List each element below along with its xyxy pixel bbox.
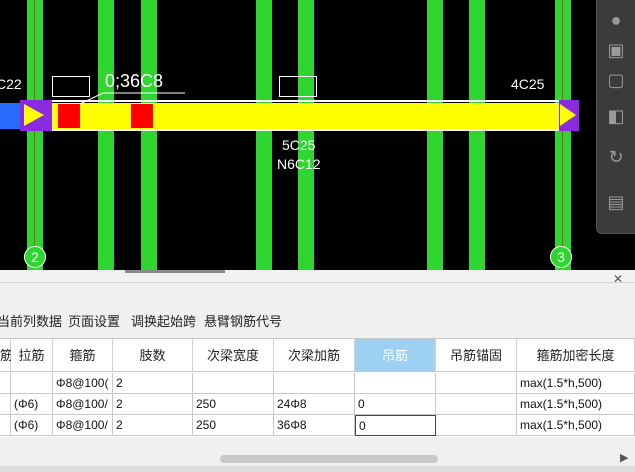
table-cell[interactable]: 36Φ8	[274, 415, 355, 436]
scroll-right-icon[interactable]: ▶	[620, 451, 628, 464]
axis-bubble-2: 2	[24, 246, 46, 268]
toolbar-item-page-setup[interactable]: 页面设置	[68, 310, 120, 334]
panel-splitter[interactable]	[0, 270, 635, 283]
table-cell[interactable]: 250	[193, 394, 274, 415]
table-cell[interactable]	[0, 415, 11, 436]
column-header-selected[interactable]: 吊筋	[355, 339, 436, 372]
column-header[interactable]: 次梁加筋	[274, 339, 355, 372]
bottom-tab-strip	[0, 466, 635, 472]
box-icon[interactable]: ◧	[604, 104, 628, 128]
rotate-icon[interactable]: ↻	[604, 145, 628, 169]
label-left-cut: C22	[0, 76, 22, 92]
table-cell[interactable]	[436, 415, 517, 436]
column-header[interactable]: 次梁宽度	[193, 339, 274, 372]
table-toolbar: 当前列数据 页面设置 调换起始跨 悬臂钢筋代号	[0, 310, 635, 334]
view-3d-icon[interactable]: ▣	[604, 38, 628, 62]
column-header[interactable]: 箍筋加密长度	[517, 339, 635, 372]
table-cell[interactable]: Φ8@100/	[53, 394, 113, 415]
table-cell[interactable]: (Φ6)	[11, 415, 53, 436]
cube-icon[interactable]: ▢	[604, 68, 628, 92]
table-cell[interactable]: (Φ6)	[11, 394, 53, 415]
table-cell[interactable]: 2	[113, 415, 193, 436]
view-toolbox: ● ▣ ▢ ◧ ↻ ▤	[596, 0, 635, 234]
toolbar-item-current-column[interactable]: 当前列数据	[0, 310, 62, 334]
table-cell[interactable]: Φ8@100(	[53, 373, 113, 394]
table-cell[interactable]	[0, 394, 11, 415]
close-icon[interactable]: ✕	[613, 272, 623, 286]
table-cell[interactable]	[193, 373, 274, 394]
column-header[interactable]: 箍筋	[53, 339, 113, 372]
toolbar-item-cantilever-code[interactable]: 悬臂钢筋代号	[204, 310, 282, 334]
table-cell[interactable]: 2	[113, 373, 193, 394]
column-header[interactable]: 筋	[0, 339, 13, 372]
label-beam-spec[interactable]: 0;36C8	[105, 71, 163, 92]
table-cell[interactable]: Φ8@100/	[53, 415, 113, 436]
rebar-table: 筋 拉筋 箍筋 肢数 次梁宽度 次梁加筋 吊筋 吊筋锚固 箍筋加密长度 Φ8@1…	[0, 338, 635, 437]
layers-icon[interactable]: ▤	[604, 190, 628, 214]
table-cell-active[interactable]: 0	[355, 415, 436, 436]
table-cell[interactable]	[436, 394, 517, 415]
table-cell[interactable]: max(1.5*h,500)	[517, 415, 635, 436]
table-cell[interactable]: max(1.5*h,500)	[517, 373, 635, 394]
cad-canvas[interactable]: C22 0;36C8 4C25 5C25 N6C12 2 3 ● ▣ ▢ ◧ ↻…	[0, 0, 635, 270]
column-header[interactable]: 肢数	[113, 339, 193, 372]
column-header[interactable]: 吊筋锚固	[436, 339, 517, 372]
table-cell[interactable]: 24Φ8	[274, 394, 355, 415]
table-cell[interactable]	[11, 373, 53, 394]
table-cell[interactable]: max(1.5*h,500)	[517, 394, 635, 415]
leader-lines	[79, 92, 185, 105]
label-mid-bottom-2: N6C12	[277, 156, 321, 172]
table-cell[interactable]: 0	[355, 394, 436, 415]
table-cell[interactable]	[355, 373, 436, 394]
table-cell[interactable]	[0, 373, 11, 394]
scrollbar-thumb[interactable]	[220, 455, 438, 463]
table-cell[interactable]	[436, 373, 517, 394]
axis-bubble-3: 3	[550, 246, 572, 268]
column-header[interactable]: 拉筋	[11, 339, 53, 372]
label-mid-bottom-1: 5C25	[282, 137, 316, 153]
label-right-top: 4C25	[511, 76, 545, 92]
table-cell[interactable]: 250	[193, 415, 274, 436]
toolbar-item-swap-start-span[interactable]: 调换起始跨	[131, 310, 196, 334]
sphere-icon[interactable]: ●	[604, 8, 628, 32]
table-cell[interactable]: 2	[113, 394, 193, 415]
splitter-grip[interactable]	[125, 270, 225, 273]
table-cell[interactable]	[274, 373, 355, 394]
